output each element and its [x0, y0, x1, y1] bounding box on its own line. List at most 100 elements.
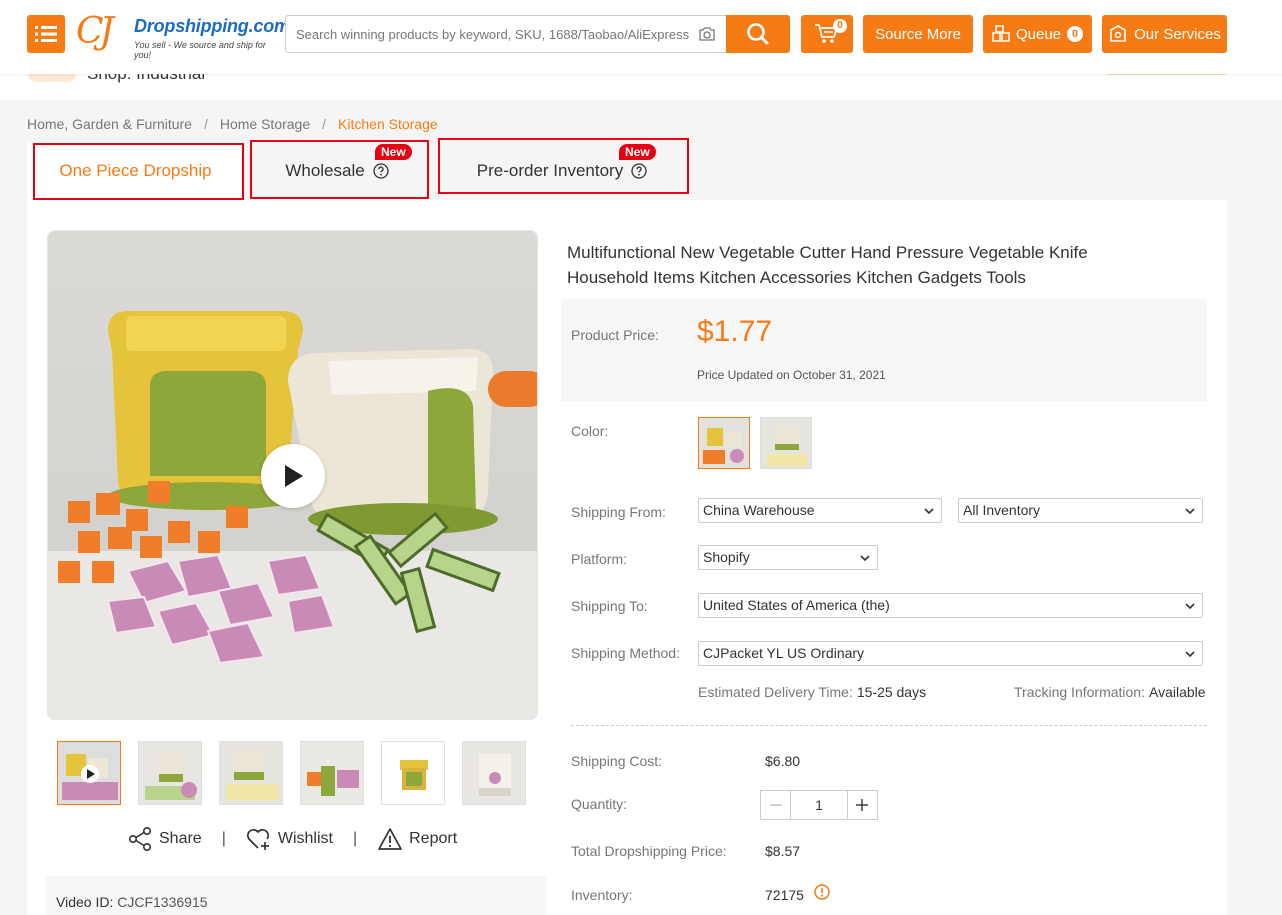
site-logo[interactable]: CJ Dropshipping.com You sell - We source… — [76, 11, 290, 61]
chevron-down-icon — [1185, 603, 1195, 610]
logo-tagline: You sell - We source and ship for you! — [134, 40, 266, 60]
tracking-label: Tracking Information: — [1014, 684, 1145, 700]
select-value: All Inventory — [963, 502, 1041, 518]
tab-one-piece-dropship[interactable]: One Piece Dropship — [27, 142, 244, 200]
source-more-label: Source More — [875, 25, 961, 43]
tab-label: Pre-order Inventory — [476, 161, 624, 180]
inventory-value: 72175 — [765, 887, 804, 903]
quantity-stepper: 1 — [760, 790, 878, 820]
wishlist-button[interactable]: Wishlist — [246, 827, 333, 851]
video-info: Video ID: CJCF1336915 — [46, 876, 546, 915]
inventory-label: Inventory: — [571, 887, 633, 903]
price-updated: Price Updated on October 31, 2021 — [697, 368, 886, 382]
product-panel: Share | Wishlist | Report Video ID: CJCF… — [27, 200, 1227, 915]
tab-wholesale[interactable]: Wholesale New — [249, 142, 425, 200]
price-label: Product Price: — [571, 327, 659, 343]
minus-icon — [769, 804, 782, 806]
camera-icon[interactable] — [698, 26, 716, 42]
tracking-value: Available — [1148, 684, 1206, 700]
logo-mark: CJ — [76, 11, 114, 52]
warning-triangle-icon — [378, 828, 402, 850]
inventory-filter-select[interactable]: All Inventory — [958, 498, 1203, 523]
quantity-increment-button[interactable] — [848, 791, 877, 819]
platform-select[interactable]: Shopify — [698, 545, 878, 570]
video-id-value: CJCF1336915 — [117, 894, 208, 910]
cart-count-badge: 0 — [833, 19, 847, 33]
product-main-image[interactable] — [47, 230, 538, 720]
shipping-to-select[interactable]: United States of America (the) — [698, 593, 1203, 618]
our-services-label: Our Services — [1134, 25, 1221, 43]
our-services-button[interactable]: Our Services — [1102, 15, 1227, 53]
select-value: CJPacket YL US Ordinary — [703, 645, 865, 661]
thumbnail-image[interactable] — [138, 741, 202, 805]
tab-pre-order-inventory[interactable]: Pre-order Inventory New — [437, 142, 687, 200]
video-play-button[interactable] — [261, 444, 325, 508]
estimated-delivery: Estimated Delivery Time: 15-25 days — [698, 684, 926, 700]
delivery-value: 15-25 days — [856, 684, 927, 700]
search-bar — [285, 15, 790, 53]
shipping-from-select[interactable]: China Warehouse — [698, 498, 942, 523]
help-icon[interactable] — [373, 163, 389, 179]
select-value: China Warehouse — [703, 502, 815, 518]
cart-button[interactable]: 0 — [801, 15, 853, 53]
search-input[interactable] — [286, 16, 691, 52]
source-more-button[interactable]: Source More — [863, 15, 973, 53]
new-badge: New — [619, 144, 656, 160]
shipping-method-select[interactable]: CJPacket YL US Ordinary — [698, 641, 1203, 666]
thumbnail-image[interactable] — [219, 741, 283, 805]
thumbnail-image[interactable] — [381, 741, 445, 805]
total-price-label: Total Dropshipping Price: — [571, 843, 727, 859]
services-icon — [1110, 25, 1126, 42]
plus-icon — [856, 799, 869, 811]
thumbnail-image[interactable] — [300, 741, 364, 805]
chevron-down-icon — [1185, 651, 1195, 658]
thumbnail-video[interactable] — [57, 741, 121, 805]
breadcrumb-separator: / — [203, 116, 208, 132]
video-id-label: Video ID: — [56, 894, 114, 910]
tracking-information: Tracking Information: Available — [1014, 684, 1206, 700]
report-label: Report — [409, 830, 458, 847]
breadcrumb-item-kitchen-storage[interactable]: Kitchen Storage — [338, 116, 438, 132]
shipping-method-label: Shipping Method: — [571, 645, 680, 661]
delivery-label: Estimated Delivery Time: — [698, 684, 853, 700]
chevron-down-icon — [860, 555, 870, 562]
menu-button[interactable] — [27, 15, 65, 53]
info-alert-icon[interactable] — [814, 884, 830, 900]
shipping-to-label: Shipping To: — [571, 598, 648, 614]
media-actions: Share | Wishlist | Report — [127, 824, 467, 854]
quantity-decrement-button[interactable] — [761, 791, 790, 819]
select-value: United States of America (the) — [703, 597, 890, 613]
share-icon — [128, 826, 151, 851]
help-icon[interactable] — [631, 163, 647, 179]
share-button[interactable]: Share — [127, 826, 202, 852]
total-price-value: $8.57 — [765, 843, 801, 859]
queue-button[interactable]: Queue 0 — [983, 15, 1092, 53]
report-button[interactable]: Report — [377, 827, 457, 851]
thumbnail-strip — [57, 741, 537, 805]
shipping-cost-value: $6.80 — [765, 753, 801, 769]
thumbnail-image[interactable] — [462, 741, 526, 805]
search-button[interactable] — [726, 15, 790, 53]
heart-plus-icon — [246, 828, 269, 850]
color-swatch[interactable] — [760, 417, 812, 469]
tab-label: One Piece Dropship — [59, 161, 212, 180]
product-title: Multifunctional New Vegetable Cutter Han… — [567, 243, 1088, 287]
play-icon — [285, 465, 303, 487]
color-swatch[interactable] — [698, 417, 750, 469]
search-icon — [747, 23, 769, 45]
breadcrumb-item-home-garden[interactable]: Home, Garden & Furniture — [27, 116, 192, 132]
menu-icon — [35, 26, 57, 42]
price-box: Product Price: $1.77 Price Updated on Oc… — [561, 299, 1207, 401]
quantity-input[interactable]: 1 — [790, 791, 848, 819]
shipping-cost-label: Shipping Cost: — [571, 753, 663, 769]
new-badge: New — [375, 144, 412, 160]
breadcrumb-separator: / — [322, 116, 327, 132]
platform-label: Platform: — [571, 551, 628, 567]
breadcrumb-item-home-storage[interactable]: Home Storage — [220, 116, 310, 132]
product-price: $1.77 — [697, 315, 773, 348]
select-value: Shopify — [703, 549, 750, 565]
breadcrumb: Home, Garden & Furniture / Home Storage / Ki… — [27, 116, 438, 132]
top-header: CJ Dropshipping.com You sell - We source… — [0, 0, 1282, 74]
section-divider — [571, 725, 1207, 726]
queue-count-badge: 0 — [1067, 26, 1084, 42]
